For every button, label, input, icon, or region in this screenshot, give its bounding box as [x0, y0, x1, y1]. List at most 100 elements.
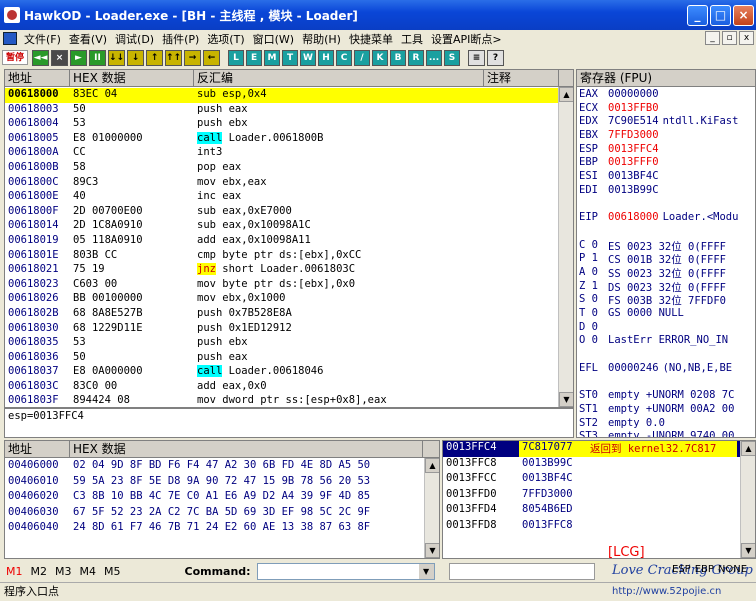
register-line[interactable]: Z 1 DS 0023 32位 0(FFFF — [579, 280, 755, 294]
mdi-restore-button[interactable]: ▫ — [722, 31, 737, 45]
menu-item-6[interactable]: 帮助(H) — [298, 31, 345, 47]
register-line[interactable]: D 0 — [579, 321, 755, 335]
disasm-row[interactable]: 00618026 BB 00100000 mov ebx,0x1000 — [5, 292, 560, 307]
toolbar-window-button-2[interactable]: M — [264, 49, 281, 66]
disasm-row[interactable]: 00618005 E8 01000000 call Loader.0061800B — [5, 131, 560, 147]
dump-scrollbar[interactable]: ▲ ▼ — [424, 458, 439, 558]
disasm-row[interactable]: 00618037 E8 0A000000 call Loader.00618046 — [5, 365, 560, 380]
toolbar-button-9[interactable]: ← — [203, 49, 221, 66]
toolbar-extra-button-0[interactable]: ≡ — [468, 49, 486, 66]
menu-item-3[interactable]: 插件(P) — [158, 31, 203, 47]
toolbar-button-8[interactable]: → — [184, 49, 202, 66]
toolbar-window-button-11[interactable]: ... — [426, 49, 443, 66]
disasm-row[interactable]: 00618023 C603 00 mov byte ptr ds:[ebx],0x0 — [5, 278, 560, 293]
stack-scroll-up-icon[interactable]: ▲ — [741, 441, 755, 456]
menu-item-1[interactable]: 查看(V) — [65, 31, 111, 47]
register-line[interactable]: ST3 empty -UNORM 9740 00 — [579, 430, 755, 437]
toolbar-window-button-7[interactable]: / — [354, 49, 371, 66]
dump-row[interactable]: 00406040 24 8D 61 F7 46 7B 71 24 E2 60 AE… — [5, 521, 425, 537]
dump-col-hex-header[interactable]: HEX 数据 — [70, 441, 423, 457]
disasm-row[interactable]: 00618030 68 1229D11E push 0x1ED12912 — [5, 322, 560, 337]
col-comment-header[interactable]: 注释 — [484, 70, 559, 86]
disasm-row[interactable]: 00618036 50 push eax — [5, 351, 560, 366]
dump-row[interactable]: 00406010 59 5A 23 8F 5E D8 9A 90 72 47 15… — [5, 475, 425, 491]
registers-header[interactable]: 寄存器 (FPU) — [577, 70, 755, 87]
register-line[interactable] — [579, 348, 755, 362]
memory-tab-3[interactable]: M3 — [55, 565, 72, 578]
register-line[interactable]: ST2 empty 0.0 — [579, 417, 755, 431]
register-line[interactable]: ESP 0013FFC4 — [579, 143, 755, 157]
memory-tab-2[interactable]: M2 — [31, 565, 48, 578]
disasm-row[interactable]: 00618021 75 19 jnz short Loader.0061803C — [5, 263, 560, 278]
register-line[interactable]: ST1 empty +UNORM 00A2 00 — [579, 403, 755, 417]
toolbar-button-3[interactable]: II — [89, 49, 107, 66]
toolbar-button-5[interactable]: ↓ — [127, 49, 145, 66]
register-line[interactable]: C 0 ES 0023 32位 0(FFFF — [579, 239, 755, 253]
ebp-label[interactable]: EBP — [695, 564, 714, 575]
register-line[interactable]: A 0 SS 0023 32位 0(FFFF — [579, 266, 755, 280]
disasm-row[interactable]: 0061800C 89C3 mov ebx,eax — [5, 176, 560, 191]
disasm-row[interactable]: 0061802B 68 8A8E527B push 0x7B528E8A — [5, 307, 560, 322]
mdi-minimize-button[interactable]: _ — [705, 31, 720, 45]
disasm-row[interactable]: 00618019 05 118A0910 add eax,0x10098A11 — [5, 234, 560, 249]
register-line[interactable]: EBP 0013FFF0 — [579, 156, 755, 170]
stack-row[interactable]: 0013FFD0 7FFD3000 — [443, 488, 743, 504]
command-dropdown-icon[interactable]: ▼ — [418, 563, 434, 579]
col-hex-header[interactable]: HEX 数据 — [70, 70, 194, 86]
menu-item-7[interactable]: 快捷菜单 — [345, 31, 397, 47]
dump-row[interactable]: 00406030 67 5F 52 23 2A C2 7C BA 5D 69 3D… — [5, 506, 425, 522]
toolbar-window-button-0[interactable]: L — [228, 49, 245, 66]
close-button[interactable]: × — [733, 4, 754, 26]
disassembly-scrollbar[interactable]: ▲ ▼ — [558, 87, 573, 407]
toolbar-window-button-10[interactable]: R — [408, 49, 425, 66]
toolbar-window-button-9[interactable]: B — [390, 49, 407, 66]
memory-tab-4[interactable]: M4 — [80, 565, 97, 578]
menu-item-8[interactable]: 工具 — [397, 31, 427, 47]
stack-row[interactable]: 0013FFCC 0013BF4C — [443, 472, 743, 488]
register-line[interactable]: S 0 FS 003B 32位 7FFDF0 — [579, 293, 755, 307]
register-line[interactable]: EBX 7FFD3000 — [579, 129, 755, 143]
esp-label[interactable]: ESP — [672, 564, 691, 575]
minimize-button[interactable]: _ — [687, 4, 708, 26]
disasm-row[interactable]: 0061800B 58 pop eax — [5, 161, 560, 176]
menu-item-0[interactable]: 文件(F) — [20, 31, 65, 47]
dump-row[interactable]: 00406000 02 04 9D 8F BD F6 F4 47 A2 30 6B… — [5, 459, 425, 475]
toolbar-button-4[interactable]: ↓↓ — [108, 49, 126, 66]
register-line[interactable]: EAX 00000000 — [579, 88, 755, 102]
toolbar-window-button-5[interactable]: H — [318, 49, 335, 66]
register-line[interactable]: EDX 7C90E514 ntdll.KiFast — [579, 115, 755, 129]
maximize-button[interactable]: □ — [710, 4, 731, 26]
register-line[interactable]: EIP 00618000 Loader.<Modu — [579, 211, 755, 225]
disasm-row[interactable]: 00618003 50 push eax — [5, 103, 560, 118]
register-line[interactable] — [579, 198, 755, 212]
scroll-down-icon[interactable]: ▼ — [559, 392, 573, 407]
stack-row[interactable]: 0013FFC8 0013B99C — [443, 457, 743, 473]
toolbar-button-6[interactable]: ↑ — [146, 49, 164, 66]
dump-scroll-up-icon[interactable]: ▲ — [425, 458, 439, 473]
register-line[interactable] — [579, 225, 755, 239]
dump-scroll-down-icon[interactable]: ▼ — [425, 543, 439, 558]
toolbar-window-button-6[interactable]: C — [336, 49, 353, 66]
menu-item-5[interactable]: 窗口(W) — [249, 31, 298, 47]
register-line[interactable]: ESI 0013BF4C — [579, 170, 755, 184]
register-line[interactable] — [579, 375, 755, 389]
register-line[interactable]: ST0 empty +UNORM 0208 7C — [579, 389, 755, 403]
child-window-icon[interactable] — [3, 32, 17, 45]
stack-row[interactable]: 0013FFC4 7C817077 返回到 kernel32.7C817 — [443, 441, 743, 457]
toolbar-extra-button-1[interactable]: ? — [487, 49, 505, 66]
disasm-row[interactable]: 0061803F 894424 08 mov dword ptr ss:[esp+0… — [5, 394, 560, 407]
none-label[interactable]: NONE — [718, 564, 747, 575]
scroll-up-icon[interactable]: ▲ — [559, 87, 573, 102]
menu-item-4[interactable]: 选项(T) — [203, 31, 248, 47]
menu-item-9[interactable]: 设置API断点> — [427, 31, 506, 47]
memory-tab-5[interactable]: M5 — [104, 565, 121, 578]
disasm-row[interactable]: 00618000 83EC 04 sub esp,0x4 — [5, 88, 560, 103]
disasm-row[interactable]: 00618014 2D 1C8A0910 sub eax,0x10098A1C — [5, 219, 560, 234]
register-line[interactable]: EDI 0013B99C — [579, 184, 755, 198]
memory-tab-1[interactable]: M1 — [6, 565, 23, 578]
disasm-row[interactable]: 0061800F 2D 00700E00 sub eax,0xE7000 — [5, 205, 560, 220]
toolbar-window-button-4[interactable]: W — [300, 49, 317, 66]
col-disasm-header[interactable]: 反汇编 — [194, 70, 484, 86]
disasm-row[interactable]: 0061800E 40 inc eax — [5, 190, 560, 205]
register-line[interactable]: O 0 LastErr ERROR_NO_IN — [579, 334, 755, 348]
